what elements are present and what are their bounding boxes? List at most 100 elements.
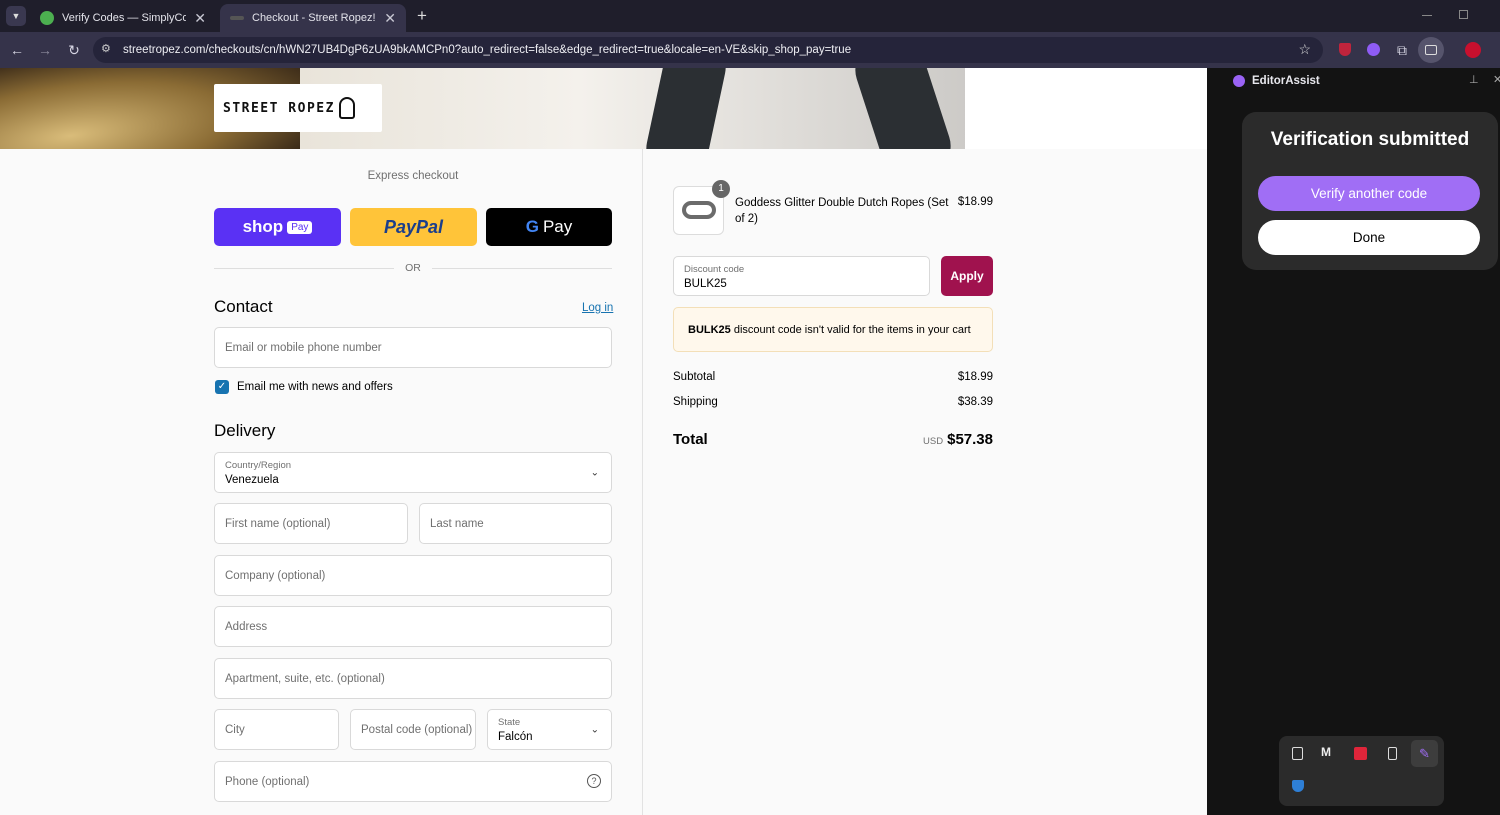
city-field[interactable]: City — [214, 709, 339, 750]
subtotal-value: $18.99 — [957, 371, 993, 383]
total-amount: USD $57.38 — [873, 431, 993, 449]
checkout-form-column: Express checkout shop Pay PayPal G Pay O… — [0, 149, 643, 815]
country-select[interactable]: Country/Region Venezuela ⌄ — [214, 452, 612, 493]
done-button[interactable]: Done — [1258, 220, 1480, 255]
address-bar[interactable]: ⚙ streetropez.com/checkouts/cn/hWN27UB4D… — [93, 37, 1323, 63]
simplycodes-favicon-icon — [40, 11, 54, 25]
state-label: State — [498, 717, 521, 728]
divider-right — [432, 268, 612, 269]
country-value: Venezuela — [225, 474, 279, 486]
currency-code: USD — [923, 436, 944, 447]
side-panel-toggle-icon[interactable] — [1418, 37, 1444, 63]
ublock-extension-icon[interactable] — [1339, 43, 1351, 56]
new-tab-button[interactable]: + — [412, 6, 432, 26]
site-settings-icon[interactable]: ⚙ — [101, 42, 111, 55]
delivery-heading: Delivery — [214, 421, 276, 440]
last-name-field[interactable]: Last name — [419, 503, 612, 544]
tab-checkout[interactable]: Checkout - Street Ropez! ✕ — [220, 4, 406, 32]
product-price: $18.99 — [957, 196, 993, 208]
close-tab-icon[interactable]: ✕ — [384, 10, 396, 27]
city-placeholder: City — [225, 723, 245, 736]
google-pay-button[interactable]: G Pay — [486, 208, 612, 246]
store-logo[interactable]: STREET ROPEZ — [214, 84, 382, 132]
pin-icon[interactable]: ⊥ — [1469, 73, 1479, 86]
postal-code-placeholder: Postal code (optional) — [361, 723, 473, 736]
contact-heading: Contact — [214, 297, 273, 316]
first-name-placeholder: First name (optional) — [225, 517, 331, 530]
paypal-logo-text: PayPal — [383, 216, 444, 237]
address-field[interactable]: Address — [214, 606, 612, 647]
apartment-field[interactable]: Apartment, suite, etc. (optional) — [214, 658, 612, 699]
jump-rope-logo-icon — [338, 97, 355, 119]
adobe-icon[interactable] — [1354, 747, 1367, 760]
newsletter-checkbox[interactable]: ✓ — [215, 380, 229, 394]
streetropez-favicon-icon — [230, 16, 244, 20]
minimize-window-icon[interactable] — [1422, 15, 1432, 16]
apply-button[interactable]: Apply — [941, 256, 993, 296]
close-panel-icon[interactable]: ✕ — [1493, 73, 1500, 86]
product-name: Goddess Glitter Double Dutch Ropes (Set … — [735, 197, 949, 225]
editorassist-logo-icon — [1233, 75, 1245, 87]
extension-dock: M ✎ — [1279, 736, 1444, 806]
error-message: discount code isn't valid for the items … — [730, 324, 971, 336]
store-banner: STREET ROPEZ — [0, 68, 1207, 149]
back-arrow-icon[interactable]: ← — [7, 40, 27, 60]
paypal-button[interactable]: PayPal — [350, 208, 477, 246]
reload-icon[interactable]: ↻ — [64, 40, 84, 60]
subtotal-label: Subtotal — [673, 371, 716, 383]
tab-title: Checkout - Street Ropez! — [252, 12, 376, 24]
company-field[interactable]: Company (optional) — [214, 555, 612, 596]
shipping-value: $38.39 — [957, 396, 993, 408]
epic-games-icon[interactable] — [1292, 747, 1303, 760]
bookmark-star-icon[interactable]: ☆ — [1298, 41, 1311, 58]
editorassist-dock-icon[interactable]: ✎ — [1411, 740, 1438, 767]
tab-title: Verify Codes — SimplyCodes — [62, 12, 187, 24]
restore-window-icon[interactable] — [1459, 10, 1468, 19]
error-code: BULK25 — [688, 324, 731, 336]
chevron-down-icon: ⌄ — [590, 467, 599, 478]
tab-simplycodes[interactable]: Verify Codes — SimplyCodes ✕ — [30, 4, 216, 32]
tab-list-dropdown-button[interactable]: ▼ — [6, 6, 26, 26]
address-placeholder: Address — [225, 620, 268, 633]
help-question-icon[interactable]: ? — [587, 774, 601, 788]
profile-avatar[interactable] — [1465, 42, 1481, 58]
phone-placeholder: Phone (optional) — [225, 775, 310, 788]
email-field[interactable]: Email or mobile phone number — [214, 327, 612, 368]
country-label: Country/Region — [225, 460, 292, 471]
order-summary-column: 1 Goddess Glitter Double Dutch Ropes (Se… — [643, 149, 1207, 815]
close-tab-icon[interactable]: ✕ — [194, 10, 206, 27]
last-name-placeholder: Last name — [430, 517, 484, 530]
state-select[interactable]: State Falcón ⌄ — [487, 709, 612, 750]
store-logo-text: STREET ROPEZ — [223, 100, 335, 116]
clipboard-icon[interactable] — [1388, 747, 1397, 760]
google-g-icon: G — [525, 217, 539, 236]
verify-another-code-button[interactable]: Verify another code — [1258, 176, 1480, 211]
url-text: streetropez.com/checkouts/cn/hWN27UB4DgP… — [123, 44, 852, 56]
postal-code-field[interactable]: Postal code (optional) — [350, 709, 476, 750]
state-value: Falcón — [498, 731, 533, 743]
newsletter-label: Email me with news and offers — [237, 381, 393, 393]
browser-tab-strip: ▼ Verify Codes — SimplyCodes ✕ Checkout … — [0, 0, 1500, 32]
editorassist-extension-icon[interactable] — [1367, 43, 1380, 56]
divider-left — [214, 268, 394, 269]
m-logo-icon[interactable]: M — [1321, 745, 1331, 759]
extensions-puzzle-icon[interactable]: ⧉ — [1392, 40, 1412, 60]
log-in-link[interactable]: Log in — [582, 302, 613, 314]
discount-value: BULK25 — [684, 278, 727, 290]
first-name-field[interactable]: First name (optional) — [214, 503, 408, 544]
discount-code-field[interactable]: Discount code BULK25 — [673, 256, 930, 296]
verification-heading: Verification submitted — [1270, 129, 1470, 150]
shield-warning-icon[interactable] — [1292, 780, 1304, 792]
shop-pay-logo-text: shop — [242, 217, 284, 236]
email-placeholder: Email or mobile phone number — [225, 341, 382, 354]
banner-white-area — [965, 68, 1207, 149]
side-panel-title: EditorAssist — [1252, 75, 1320, 87]
checkout-page: STREET ROPEZ Express checkout shop Pay P… — [0, 68, 1207, 815]
discount-label: Discount code — [684, 264, 745, 275]
shop-pay-badge: Pay — [287, 220, 313, 234]
chevron-down-icon: ⌄ — [590, 724, 599, 735]
forward-arrow-icon[interactable]: → — [35, 40, 55, 60]
phone-field[interactable]: Phone (optional) ? — [214, 761, 612, 802]
shop-pay-button[interactable]: shop Pay — [214, 208, 341, 246]
discount-error-banner: BULK25 discount code isn't valid for the… — [673, 307, 993, 352]
